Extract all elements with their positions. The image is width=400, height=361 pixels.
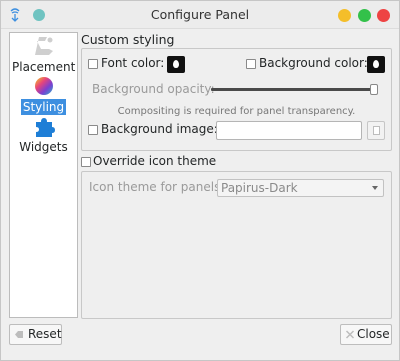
background-opacity-label: Background opacity: bbox=[92, 82, 215, 96]
close-button-label: Close bbox=[357, 327, 390, 341]
color-wheel-icon bbox=[34, 77, 53, 95]
override-icon-theme-checkbox[interactable] bbox=[81, 157, 91, 167]
placement-icon bbox=[34, 37, 53, 55]
background-color-label: Background color: bbox=[259, 56, 368, 70]
transparency-note: Compositing is required for panel transp… bbox=[117, 106, 356, 117]
browse-image-button[interactable] bbox=[367, 121, 385, 140]
sidebar-item-label: Styling bbox=[20, 99, 67, 115]
sidebar-item-styling[interactable]: Styling bbox=[10, 75, 77, 115]
close-window-button[interactable] bbox=[377, 9, 390, 22]
color-drop-icon bbox=[373, 60, 379, 68]
icon-theme-for-panels-label: Icon theme for panels: bbox=[89, 180, 225, 194]
close-icon bbox=[345, 330, 355, 339]
title-bar: Configure Panel bbox=[1, 1, 399, 29]
close-button[interactable]: Close bbox=[340, 324, 392, 345]
sidebar-item-placement[interactable]: Placement bbox=[10, 35, 77, 75]
maximize-button[interactable] bbox=[358, 9, 371, 22]
sidebar: Placement Styling Widgets bbox=[9, 32, 78, 318]
background-image-field[interactable] bbox=[216, 121, 362, 140]
puzzle-icon bbox=[35, 118, 55, 137]
background-image-label: Background image: bbox=[101, 122, 218, 136]
reset-button[interactable]: Reset bbox=[9, 324, 62, 345]
background-opacity-slider[interactable] bbox=[211, 88, 376, 91]
font-color-checkbox[interactable] bbox=[88, 59, 98, 69]
sidebar-item-label: Widgets bbox=[19, 140, 68, 154]
reset-icon bbox=[15, 331, 23, 338]
configure-panel-window: Configure Panel Placement Styling Widget… bbox=[0, 0, 400, 361]
font-color-button[interactable] bbox=[167, 56, 185, 73]
background-color-button[interactable] bbox=[367, 56, 385, 73]
icon-theme-select[interactable]: Papirus-Dark bbox=[217, 179, 384, 197]
background-opacity-slider-handle[interactable] bbox=[370, 84, 378, 95]
custom-styling-title: Custom styling bbox=[81, 32, 175, 47]
sidebar-item-widgets[interactable]: Widgets bbox=[10, 115, 77, 155]
document-icon bbox=[373, 126, 380, 135]
sidebar-item-label: Placement bbox=[12, 60, 76, 74]
icon-theme-value: Papirus-Dark bbox=[221, 181, 298, 195]
background-color-checkbox[interactable] bbox=[246, 59, 256, 69]
font-color-label: Font color: bbox=[101, 56, 165, 70]
override-icon-theme-label: Override icon theme bbox=[93, 154, 217, 168]
color-drop-icon bbox=[173, 60, 179, 68]
chevron-down-icon bbox=[372, 186, 378, 190]
reset-button-label: Reset bbox=[28, 327, 62, 341]
background-image-checkbox[interactable] bbox=[88, 125, 98, 135]
minimize-button[interactable] bbox=[338, 9, 351, 22]
